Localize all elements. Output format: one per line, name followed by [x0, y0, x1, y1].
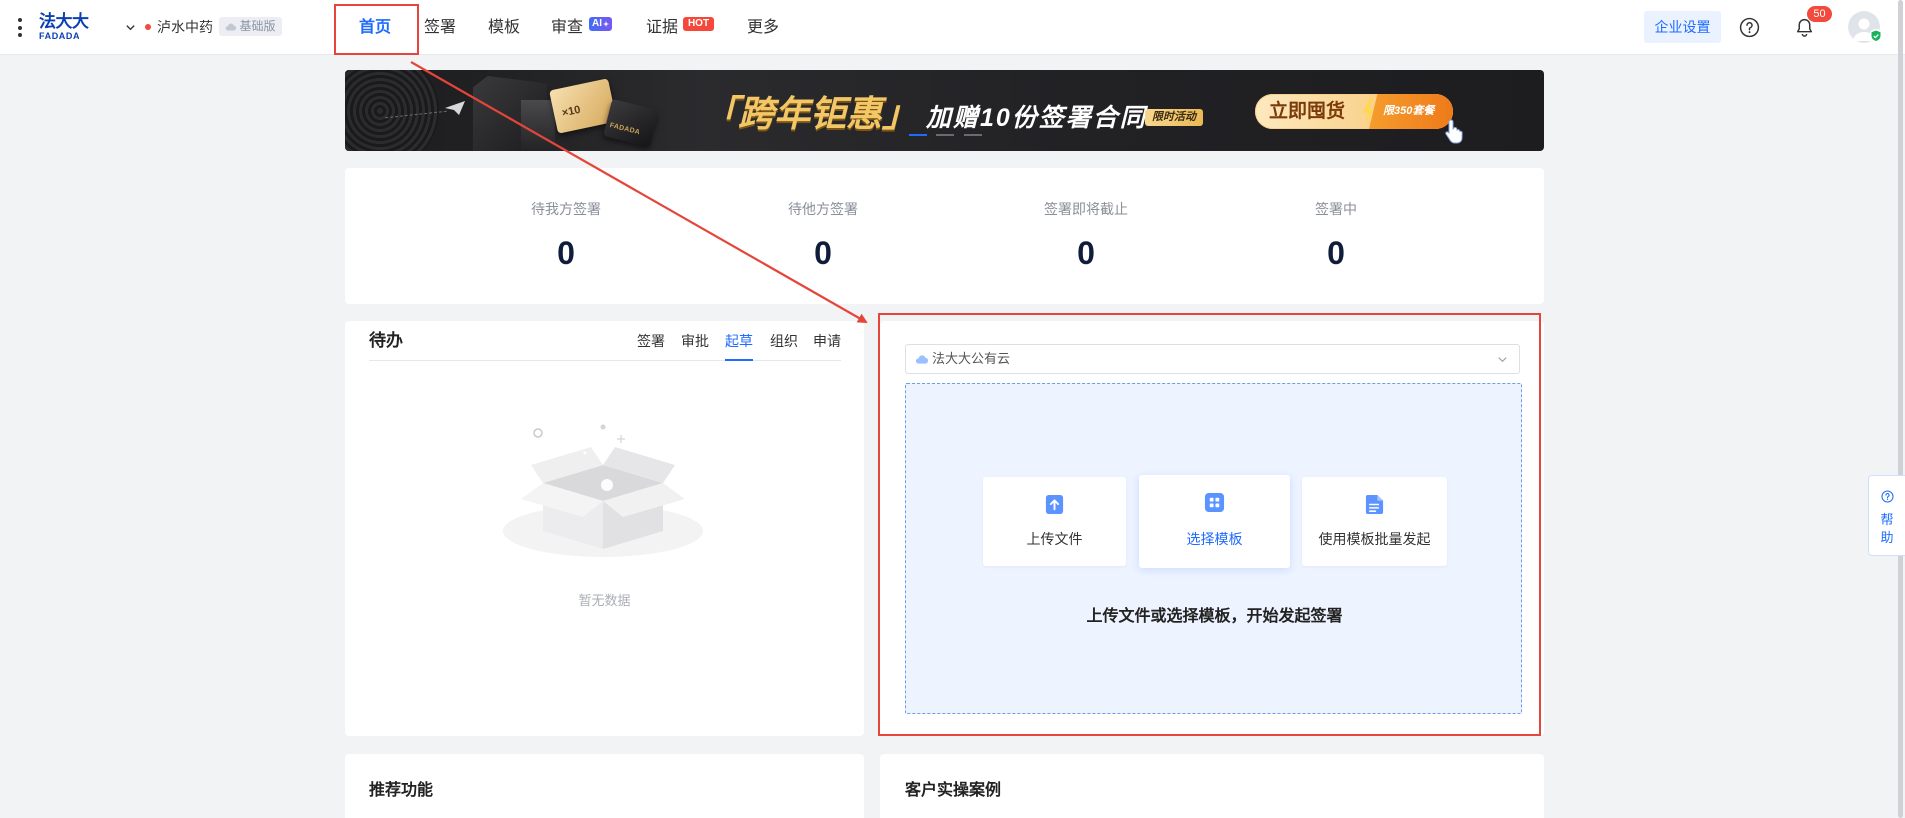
nav-evidence[interactable]: 证据 [646, 0, 678, 55]
cloud-environment-value: 法大大公有云 [932, 351, 1011, 366]
active-tab-indicator [725, 359, 753, 361]
cta-offer-label: 限350套餐 [1383, 105, 1435, 117]
stat-in-progress[interactable]: 签署中 0 [1256, 168, 1416, 304]
customer-cases-card: 客户实操案例 [880, 754, 1544, 818]
ai-badge-text: AI [592, 18, 602, 29]
action-label: 使用模板批量发起 [1318, 531, 1431, 547]
upload-file-button[interactable]: 上传文件 [983, 477, 1126, 566]
empty-box-illustration [503, 424, 703, 557]
stat-value: 0 [1077, 235, 1095, 271]
divider [369, 360, 841, 361]
todo-title: 待办 [369, 331, 403, 350]
stat-label: 签署中 [1315, 201, 1357, 217]
chevron-down-icon [1498, 357, 1507, 363]
scrollbar-thumb[interactable] [1898, 0, 1903, 818]
action-label: 选择模板 [1186, 531, 1243, 547]
help-float-button[interactable]: 帮 助 [1868, 475, 1905, 556]
dark-block-decoration [521, 100, 555, 151]
hand-pointer-icon [1445, 119, 1463, 144]
verified-shield-icon [1869, 29, 1883, 43]
limited-time-tag: 限时活动 [1145, 109, 1203, 126]
batch-send-button[interactable]: 使用模板批量发起 [1302, 477, 1447, 566]
empty-state-text: 暂无数据 [578, 593, 631, 608]
help-label-char: 帮 [1880, 512, 1894, 527]
plan-badge: 基础版 [219, 17, 282, 36]
company-switcher[interactable]: 泸水中药 [157, 18, 213, 36]
action-label: 上传文件 [1026, 531, 1083, 547]
help-icon[interactable] [1739, 17, 1760, 38]
signing-stats-card: 待我方签署 0 待他方签署 0 签署即将截止 0 签署中 0 [345, 168, 1544, 304]
todo-card: 待办 签署 审批 起草 组织 申请 暂无数据 [345, 321, 864, 736]
stat-value: 0 [557, 235, 575, 271]
logo-text-en: FADADA [39, 31, 81, 41]
top-navigation-bar: 法大大 FADADA 泸水中药 基础版 首页 签署 模板 审查 AI 证据 HO… [0, 0, 1905, 55]
stat-deadline-soon[interactable]: 签署即将截止 0 [1006, 168, 1166, 304]
nav-templates[interactable]: 模板 [488, 0, 520, 55]
cloud-icon [915, 355, 928, 364]
todo-tab-approval[interactable]: 审批 [680, 331, 710, 351]
nav-more[interactable]: 更多 [747, 0, 779, 55]
carousel-dot[interactable] [936, 134, 954, 136]
promo-banner[interactable]: ×10 FADADA 「跨年钜惠」 加赠10份签署合同 限时活动 立即囤货 限3… [345, 70, 1544, 151]
stat-value: 0 [814, 235, 832, 271]
buy-now-label: 立即囤货 [1269, 101, 1346, 122]
status-dot [145, 24, 151, 30]
carousel-dot[interactable] [909, 134, 927, 136]
cloud-icon [226, 23, 237, 31]
chevron-down-icon[interactable] [125, 22, 136, 33]
more-menu-icon[interactable] [17, 18, 22, 37]
recommended-features-card: 推荐功能 [345, 754, 864, 818]
logo-text-cn: 法大大 [39, 12, 89, 31]
cloud-environment-select[interactable]: 法大大公有云 [905, 344, 1520, 374]
question-circle-icon [1881, 490, 1894, 503]
brand-card: FADADA [603, 98, 659, 148]
banner-headline: 「跨年钜惠」 [702, 93, 919, 134]
package-count: ×10 [560, 103, 582, 120]
todo-tab-sign[interactable]: 签署 [636, 331, 666, 351]
notification-count-badge: 50 [1807, 6, 1832, 22]
fadada-logo[interactable]: 法大大 FADADA [39, 13, 89, 41]
stat-awaiting-my-signature[interactable]: 待我方签署 0 [486, 168, 646, 304]
cta-offer-segment: 限350套餐 [1369, 94, 1453, 129]
stat-value: 0 [1327, 235, 1345, 271]
nav-sign[interactable]: 签署 [424, 0, 456, 55]
todo-tab-request[interactable]: 申请 [812, 331, 842, 351]
template-grid-icon [1204, 492, 1225, 513]
banner-subline: 加赠10份签署合同 [926, 104, 1147, 132]
carousel-dot[interactable] [964, 134, 982, 136]
brand-card-text: FADADA [608, 122, 641, 137]
section-title: 推荐功能 [369, 782, 434, 799]
ai-badge: AI [589, 17, 612, 31]
stat-label: 待我方签署 [531, 201, 601, 217]
lightning-icon [1363, 98, 1374, 125]
plan-badge-label: 基础版 [239, 19, 276, 33]
paper-plane-icon [445, 101, 465, 115]
batch-document-icon [1365, 494, 1384, 515]
nav-home[interactable]: 首页 [359, 0, 391, 55]
select-template-button[interactable]: 选择模板 [1139, 475, 1290, 568]
sparkle-icon [603, 21, 609, 27]
todo-tab-draft[interactable]: 起草 [724, 331, 754, 351]
stat-label: 待他方签署 [788, 201, 858, 217]
help-label-char: 助 [1880, 530, 1894, 545]
todo-tab-organization[interactable]: 组织 [769, 331, 799, 351]
stat-label: 签署即将截止 [1044, 201, 1128, 217]
nav-review[interactable]: 审查 [551, 0, 583, 55]
drop-zone-hint: 上传文件或选择模板，开始发起签署 [1086, 608, 1343, 625]
stat-awaiting-others-signature[interactable]: 待他方签署 0 [743, 168, 903, 304]
upload-file-icon [1045, 494, 1064, 515]
start-signing-card: 法大大公有云 上传文件 选择模板 使用模板批量发起 上传文件或选择模板，开始发起… [880, 321, 1544, 736]
enterprise-settings-button[interactable]: 企业设置 [1644, 11, 1721, 43]
section-title: 客户实操案例 [905, 782, 1002, 799]
file-drop-zone[interactable]: 上传文件 选择模板 使用模板批量发起 上传文件或选择模板，开始发起签署 [905, 383, 1522, 714]
fan-decoration [345, 70, 439, 151]
buy-now-button[interactable]: 立即囤货 限350套餐 [1255, 94, 1453, 129]
hot-badge: HOT [683, 17, 714, 31]
